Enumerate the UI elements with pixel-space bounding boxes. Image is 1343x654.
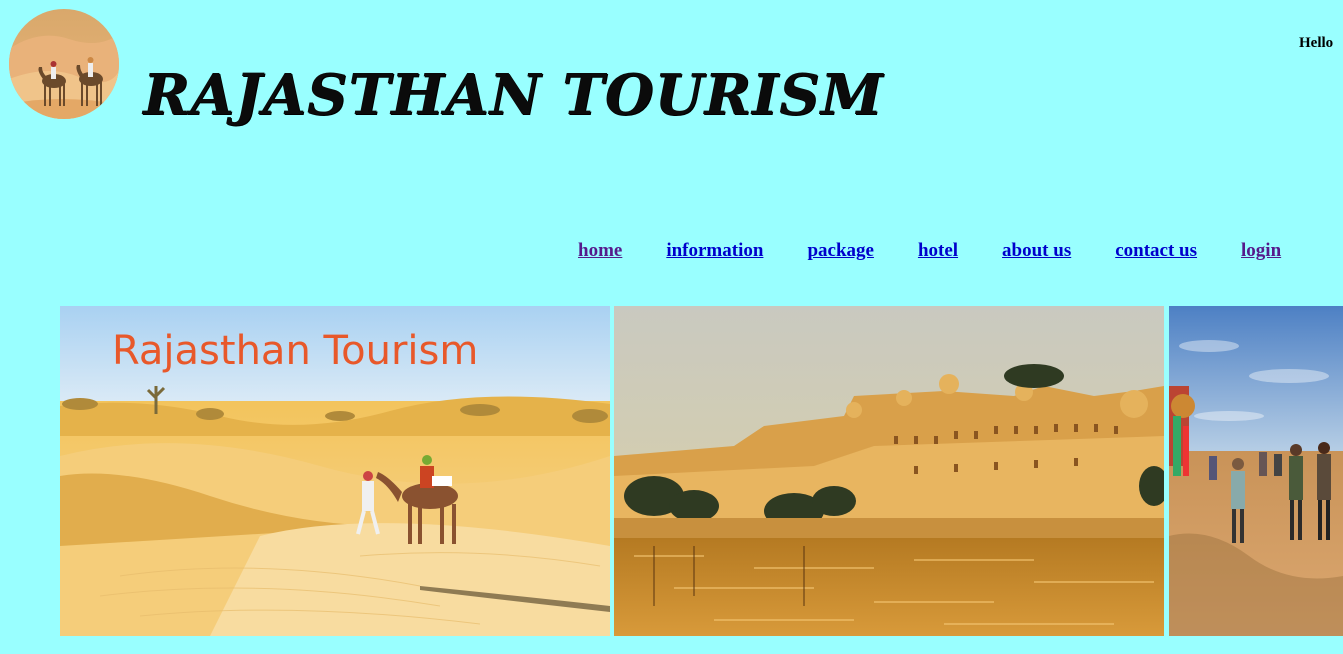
- banner-slide-desert: Rajasthan Tourism: [60, 306, 610, 636]
- nav-link-login[interactable]: login: [1241, 240, 1281, 262]
- camel-fair-image: [1169, 306, 1343, 636]
- nav-link-package[interactable]: package: [807, 240, 874, 262]
- nav-link-about-us[interactable]: about us: [1002, 240, 1071, 262]
- nav-link-contact-us[interactable]: contact us: [1115, 240, 1197, 262]
- banner-caption: Rajasthan Tourism: [112, 328, 479, 374]
- lake-palace-image: [614, 306, 1164, 636]
- camel-desert-logo-icon: [9, 9, 119, 119]
- site-title: RAJASTHAN TOURISM: [143, 62, 884, 128]
- greeting-text: Hello: [1299, 35, 1334, 51]
- banner-slide-fair: [1169, 306, 1343, 636]
- banner-slideshow: Rajasthan Tourism: [60, 306, 1343, 636]
- banner-slide-palace: [614, 306, 1164, 636]
- page: RAJASTHAN TOURISM Hello home information…: [0, 0, 1343, 654]
- nav-link-information[interactable]: information: [666, 240, 763, 262]
- nav-link-hotel[interactable]: hotel: [918, 240, 958, 262]
- main-nav: home information package hotel about us …: [578, 240, 1281, 262]
- nav-link-home[interactable]: home: [578, 240, 622, 262]
